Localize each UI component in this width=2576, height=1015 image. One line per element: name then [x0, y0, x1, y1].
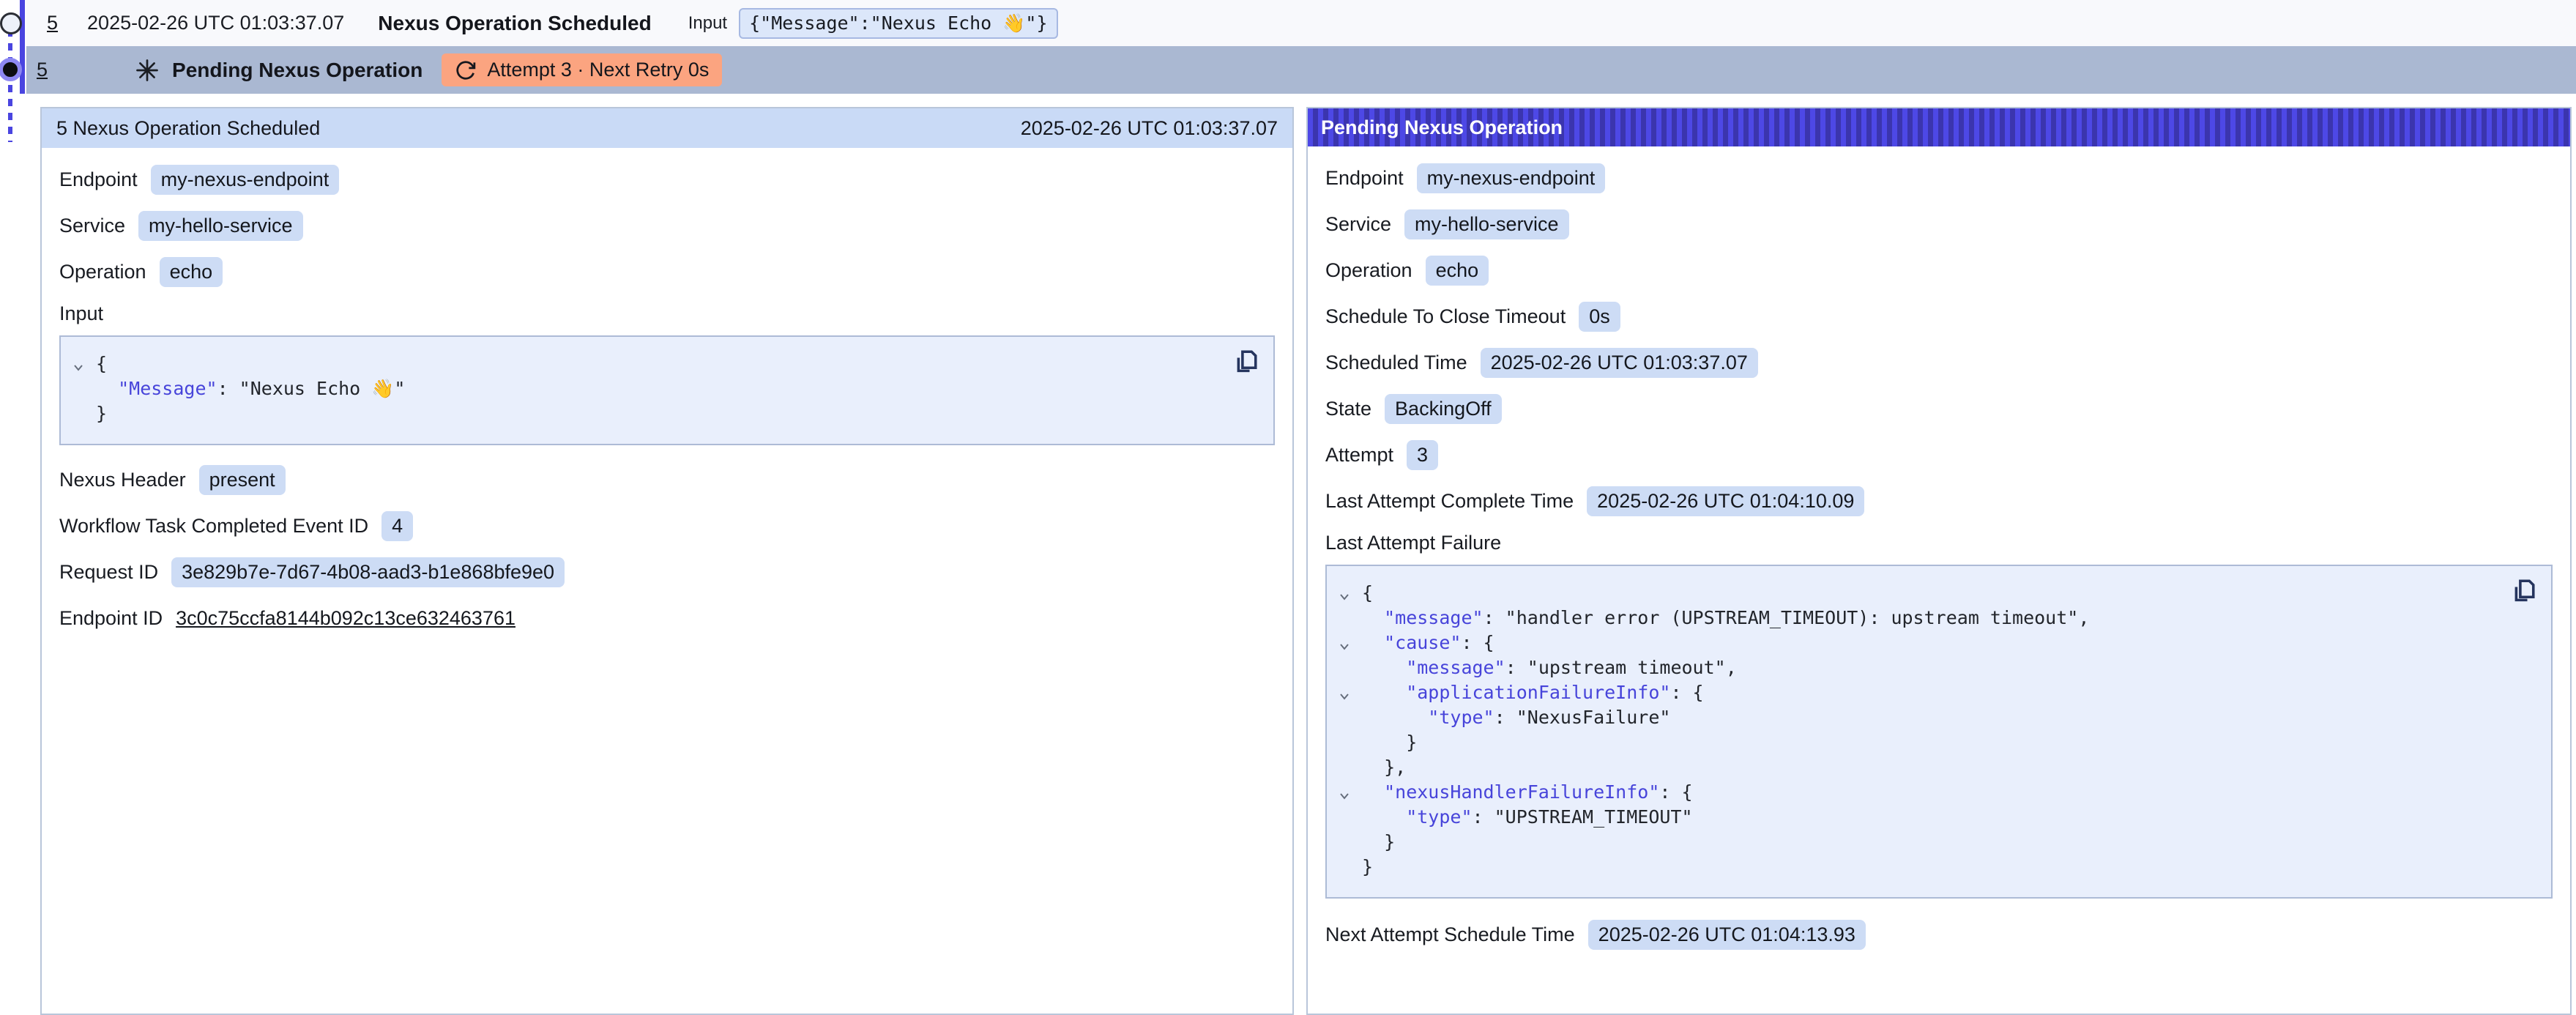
field-label: Attempt: [1325, 444, 1393, 466]
code-line: }: [1334, 730, 2534, 755]
code-line: }: [1334, 830, 2534, 855]
code-line: "applicationFailureInfo": {: [1334, 680, 2534, 705]
attempt-retry-text: Attempt 3 · Next Retry 0s: [487, 59, 709, 81]
copy-button[interactable]: [2507, 575, 2539, 607]
code-line: "cause": {: [1334, 631, 2534, 655]
code-line: {: [1334, 581, 2534, 606]
field-operation: Operation echo: [1325, 255, 2553, 286]
field-value-badge: 2025-02-26 UTC 01:04:13.93: [1588, 920, 1866, 950]
field-value-badge: present: [199, 465, 286, 495]
field-endpoint-id: Endpoint ID 3c0c75ccfa8144b092c13ce63246…: [59, 603, 1275, 633]
field-label: Workflow Task Completed Event ID: [59, 515, 368, 538]
field-label: Endpoint: [1325, 167, 1404, 190]
field-schedule-to-close-timeout: Schedule To Close Timeout 0s: [1325, 301, 2553, 332]
field-service: Service my-hello-service: [1325, 209, 2553, 239]
copy-button[interactable]: [1229, 346, 1262, 378]
pending-panel-header: Pending Nexus Operation: [1308, 108, 2570, 146]
field-next-attempt-schedule-time: Next Attempt Schedule Time 2025-02-26 UT…: [1325, 919, 2553, 950]
field-label: Scheduled Time: [1325, 352, 1467, 374]
field-label: Service: [59, 215, 125, 237]
field-value-badge: my-nexus-endpoint: [1417, 163, 1606, 193]
left-panel-timestamp: 2025-02-26 UTC 01:03:37.07: [1021, 117, 1278, 140]
field-value-badge: 2025-02-26 UTC 01:03:37.07: [1481, 348, 1758, 378]
field-label: Schedule To Close Timeout: [1325, 305, 1566, 328]
code-line: "type": "NexusFailure": [1334, 705, 2534, 730]
field-scheduled-time: Scheduled Time 2025-02-26 UTC 01:03:37.0…: [1325, 347, 2553, 378]
field-value-badge: my-hello-service: [1404, 209, 1569, 239]
field-operation: Operation echo: [59, 256, 1275, 287]
field-label: Operation: [1325, 259, 1412, 282]
field-value-badge: echo: [1426, 256, 1489, 286]
code-line: }: [1334, 855, 2534, 880]
code-line: }: [68, 401, 1256, 426]
field-label: Nexus Header: [59, 469, 186, 491]
pending-nexus-operation-panel: Pending Nexus Operation Endpoint my-nexu…: [1306, 107, 2572, 1015]
timeline-node-open: [0, 12, 22, 34]
event-id-link[interactable]: 5: [47, 12, 58, 34]
field-label: State: [1325, 398, 1371, 420]
copy-icon: [2507, 575, 2539, 607]
code-line: "message": "upstream timeout",: [1334, 655, 2534, 680]
left-panel-header: 5 Nexus Operation Scheduled 2025-02-26 U…: [42, 108, 1292, 148]
attempt-retry-badge: Attempt 3 · Next Retry 0s: [442, 53, 722, 86]
field-label: Endpoint: [59, 168, 138, 191]
field-value-badge: my-nexus-endpoint: [151, 165, 340, 195]
field-label: Service: [1325, 213, 1391, 236]
pending-title: Pending Nexus Operation: [172, 59, 422, 82]
scheduled-event-detail-panel: 5 Nexus Operation Scheduled 2025-02-26 U…: [40, 107, 1294, 1015]
field-label: Request ID: [59, 561, 158, 584]
field-label: Operation: [59, 261, 146, 283]
field-endpoint: Endpoint my-nexus-endpoint: [59, 164, 1275, 195]
pending-event-id-link[interactable]: 5: [37, 59, 48, 81]
failure-json-viewer: {"message": "handler error (UPSTREAM_TIM…: [1325, 565, 2553, 899]
field-value-badge: 3e829b7e-7d67-4b08-aad3-b1e868bfe9e0: [171, 557, 565, 587]
event-row-scheduled[interactable]: 5 2025-02-26 UTC 01:03:37.07 Nexus Opera…: [26, 0, 2576, 46]
left-panel-title: 5 Nexus Operation Scheduled: [56, 117, 320, 140]
timeline-node-current: [0, 58, 22, 81]
input-json-viewer: {"Message": "Nexus Echo 👋"}: [59, 335, 1275, 445]
timeline-dashed-line: [8, 29, 12, 142]
event-timestamp: 2025-02-26 UTC 01:03:37.07: [87, 12, 344, 34]
field-value-badge: 4: [381, 511, 413, 541]
field-value-badge: echo: [160, 257, 223, 287]
pending-asterisk-icon: [134, 57, 160, 83]
field-value-badge: 2025-02-26 UTC 01:04:10.09: [1587, 486, 1864, 516]
field-request-id: Request ID 3e829b7e-7d67-4b08-aad3-b1e86…: [59, 557, 1275, 587]
field-last-attempt-complete-time: Last Attempt Complete Time 2025-02-26 UT…: [1325, 486, 2553, 516]
retry-icon: [455, 59, 477, 81]
timeline-selected-bar: [20, 0, 25, 94]
event-row-pending[interactable]: 5 Pending Nexus Operation Attempt 3 · Ne…: [26, 46, 2576, 94]
copy-icon: [1229, 346, 1262, 378]
input-inline-value-badge: {"Message":"Nexus Echo 👋"}: [739, 8, 1057, 39]
field-nexus-header: Nexus Header present: [59, 464, 1275, 495]
field-label: Next Attempt Schedule Time: [1325, 923, 1575, 946]
field-attempt: Attempt 3: [1325, 439, 2553, 470]
code-line: "nexusHandlerFailureInfo": {: [1334, 780, 2534, 805]
field-state: State BackingOff: [1325, 393, 2553, 424]
endpoint-id-link[interactable]: 3c0c75ccfa8144b092c13ce632463761: [176, 607, 515, 630]
field-service: Service my-hello-service: [59, 210, 1275, 241]
code-line: {: [68, 352, 1256, 376]
field-workflow-task-completed-event-id: Workflow Task Completed Event ID 4: [59, 510, 1275, 541]
input-inline-label: Input: [688, 13, 727, 34]
field-value-badge: BackingOff: [1385, 394, 1502, 424]
code-line: "type": "UPSTREAM_TIMEOUT": [1334, 805, 2534, 830]
code-line: "Message": "Nexus Echo 👋": [68, 376, 1256, 401]
code-line: "message": "handler error (UPSTREAM_TIME…: [1334, 606, 2534, 631]
field-value-badge: my-hello-service: [138, 211, 303, 241]
last-attempt-failure-label: Last Attempt Failure: [1325, 532, 2553, 554]
field-value-badge: 0s: [1579, 302, 1620, 332]
code-line: },: [1334, 755, 2534, 780]
field-label: Last Attempt Complete Time: [1325, 490, 1574, 513]
event-title: Nexus Operation Scheduled: [378, 12, 651, 35]
pending-panel-title: Pending Nexus Operation: [1321, 116, 1563, 139]
field-endpoint: Endpoint my-nexus-endpoint: [1325, 163, 2553, 193]
input-section-label: Input: [59, 302, 1275, 325]
field-value-badge: 3: [1407, 440, 1438, 470]
field-label: Endpoint ID: [59, 607, 163, 630]
